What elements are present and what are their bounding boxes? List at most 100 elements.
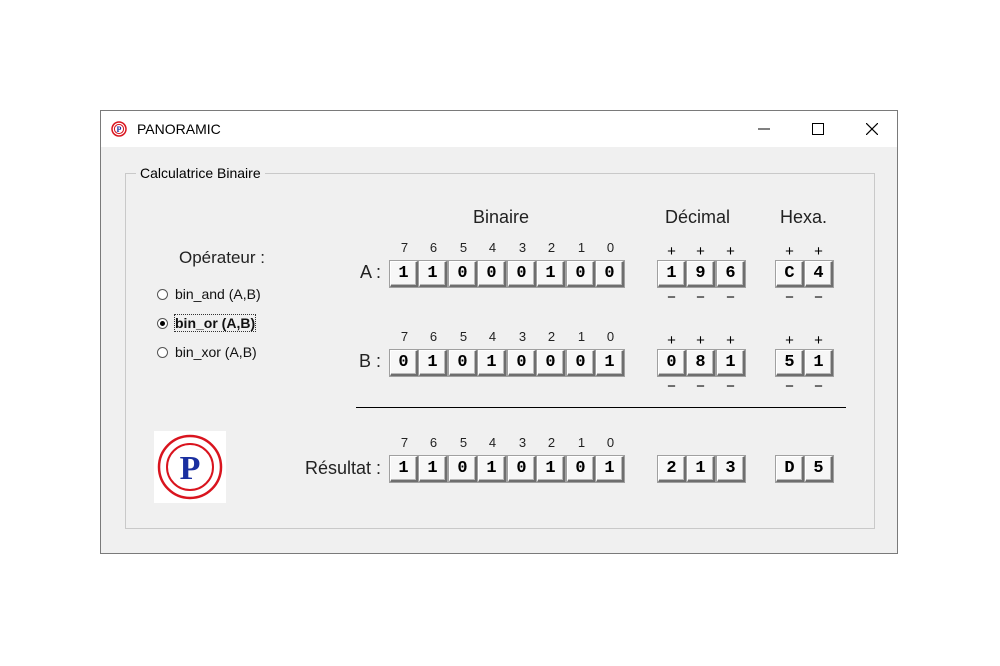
minimize-button[interactable] [737, 111, 791, 147]
decimal-cell[interactable]: 3 [717, 456, 745, 482]
decimal-minus-button[interactable]: − [657, 379, 686, 394]
binary-cell[interactable]: 0 [449, 456, 477, 482]
decimal-cell[interactable]: 2 [658, 456, 686, 482]
bit-number: 0 [606, 329, 615, 344]
binary-cell[interactable]: 1 [478, 456, 506, 482]
close-icon [866, 123, 878, 135]
bit-number: 2 [547, 435, 556, 450]
bit-number: 0 [606, 240, 615, 255]
binary-cell[interactable]: 0 [390, 350, 418, 376]
bit-number: 3 [518, 240, 527, 255]
radio-button-selected[interactable] [157, 317, 168, 329]
binary-cell[interactable]: 0 [567, 261, 595, 287]
hex-minus-button[interactable]: − [804, 290, 833, 305]
radio-label: bin_xor (A,B) [175, 344, 257, 360]
binary-cell[interactable]: 0 [537, 350, 565, 376]
binary-cell[interactable]: 1 [478, 350, 506, 376]
binary-cell[interactable]: 1 [390, 456, 418, 482]
radio-button[interactable] [157, 346, 168, 358]
operator-title: Opérateur : [179, 248, 265, 267]
binary-cell[interactable]: 1 [419, 456, 447, 482]
radio-bin-and[interactable]: bin_and (A,B) [157, 285, 261, 303]
binary-cell[interactable]: 0 [567, 456, 595, 482]
binary-cell[interactable]: 0 [478, 261, 506, 287]
panoramic-logo-icon: P [111, 121, 127, 137]
decimal-minus-button[interactable]: − [716, 290, 745, 305]
bit-number: 5 [459, 329, 468, 344]
decimal-cell[interactable]: 9 [687, 261, 715, 287]
minimize-icon [758, 128, 770, 130]
bit-number: 1 [577, 329, 586, 344]
decimal-cell[interactable]: 1 [717, 350, 745, 376]
decimal-cell[interactable]: 1 [658, 261, 686, 287]
decimal-cell[interactable]: 6 [717, 261, 745, 287]
hex-cell[interactable]: 5 [805, 456, 833, 482]
hex-cell[interactable]: 1 [805, 350, 833, 376]
decimal-minus-button[interactable]: − [686, 290, 715, 305]
hex-cell[interactable]: 5 [776, 350, 804, 376]
decimal-plus-button[interactable]: + [686, 244, 715, 259]
decimal-cell[interactable]: 1 [687, 456, 715, 482]
binary-cell[interactable]: 1 [419, 350, 447, 376]
binary-cell[interactable]: 0 [596, 261, 624, 287]
bit-number: 5 [459, 435, 468, 450]
hex-plus-button[interactable]: + [804, 333, 833, 348]
decimal-minus-button[interactable]: − [686, 379, 715, 394]
hex-plus-button[interactable]: + [775, 333, 804, 348]
hex-cell[interactable]: C [776, 261, 804, 287]
bit-number: 4 [488, 435, 497, 450]
radio-button[interactable] [157, 288, 168, 300]
decimal-plus-button[interactable]: + [686, 333, 715, 348]
binary-cell[interactable]: 1 [537, 261, 565, 287]
binary-cell[interactable]: 0 [449, 350, 477, 376]
decimal-minus-button[interactable]: − [657, 290, 686, 305]
decimal-cell[interactable]: 8 [687, 350, 715, 376]
close-button[interactable] [845, 111, 899, 147]
hex-cell[interactable]: 4 [805, 261, 833, 287]
binary-cell[interactable]: 1 [596, 350, 624, 376]
hex-minus-button[interactable]: − [775, 379, 804, 394]
title-bar[interactable]: P PANORAMIC [101, 111, 897, 147]
binary-cell[interactable]: 0 [508, 350, 536, 376]
binary-cell[interactable]: 1 [390, 261, 418, 287]
hex-minus-button[interactable]: − [775, 290, 804, 305]
decimal-cell[interactable]: 0 [658, 350, 686, 376]
hex-cell[interactable]: D [776, 456, 804, 482]
binary-cell[interactable]: 0 [508, 456, 536, 482]
decimal-header: Décimal [665, 207, 731, 227]
decimal-plus-button[interactable]: + [716, 333, 745, 348]
bit-number: 4 [488, 240, 497, 255]
bit-number: 2 [547, 240, 556, 255]
svg-text:P: P [180, 450, 201, 487]
decimal-plus-button[interactable]: + [716, 244, 745, 259]
binary-cell[interactable]: 0 [449, 261, 477, 287]
hex-plus-button[interactable]: + [804, 244, 833, 259]
window-title: PANORAMIC [137, 121, 221, 137]
decimal-minus-button[interactable]: − [716, 379, 745, 394]
decimal-plus-button[interactable]: + [657, 244, 686, 259]
binary-cell[interactable]: 0 [508, 261, 536, 287]
binary-cell[interactable]: 1 [419, 261, 447, 287]
app-window: P PANORAMIC Calculatrice Binaire Binaire… [100, 110, 898, 554]
row-label-a: A : [359, 262, 381, 282]
bit-number: 3 [518, 329, 527, 344]
group-title: Calculatrice Binaire [136, 165, 265, 181]
radio-label: bin_or (A,B) [173, 314, 257, 332]
binary-cell[interactable]: 0 [567, 350, 595, 376]
radio-bin-or[interactable]: bin_or (A,B) [157, 314, 257, 332]
bit-number: 3 [518, 435, 527, 450]
maximize-button[interactable] [791, 111, 845, 147]
bit-number: 1 [577, 435, 586, 450]
result-divider [356, 407, 846, 408]
bit-number: 6 [429, 329, 438, 344]
hex-plus-button[interactable]: + [775, 244, 804, 259]
bit-number: 7 [400, 240, 409, 255]
bit-number: 7 [400, 435, 409, 450]
decimal-plus-button[interactable]: + [657, 333, 686, 348]
binary-cell[interactable]: 1 [596, 456, 624, 482]
hex-minus-button[interactable]: − [804, 379, 833, 394]
bit-number: 6 [429, 435, 438, 450]
maximize-icon [812, 123, 824, 135]
radio-bin-xor[interactable]: bin_xor (A,B) [157, 343, 257, 361]
binary-cell[interactable]: 1 [537, 456, 565, 482]
